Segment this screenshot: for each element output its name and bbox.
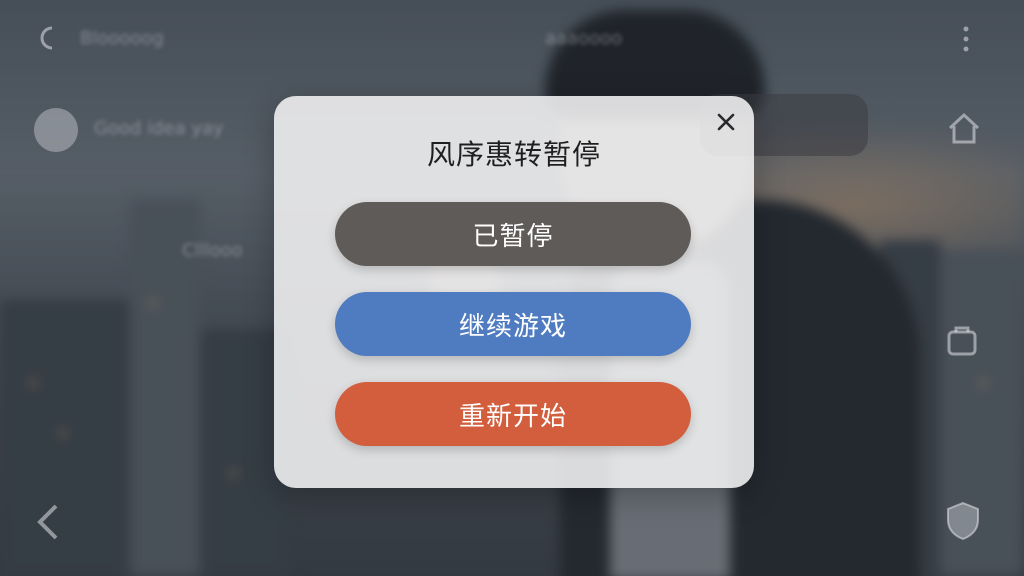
blurred-top-center-label: aaaoooo bbox=[545, 28, 623, 49]
close-icon[interactable] bbox=[712, 108, 740, 136]
dialog-title: 风序惠转暂停 bbox=[426, 138, 601, 171]
bag-icon bbox=[944, 322, 980, 363]
restart-game-button[interactable]: 重新开始 bbox=[335, 382, 691, 446]
paused-status-button[interactable]: 已暂停 bbox=[335, 202, 691, 266]
more-vertical-icon bbox=[960, 24, 972, 59]
back-arrow-icon bbox=[34, 24, 62, 57]
blurred-mid-label: Clllooo bbox=[182, 240, 243, 261]
game-screen: Blooooog aaaoooo Good idea yay Clllooo 风… bbox=[0, 0, 1024, 576]
blurred-user-label: Good idea yay bbox=[94, 118, 224, 139]
chevron-left-icon bbox=[34, 502, 64, 547]
resume-game-button[interactable]: 继续游戏 bbox=[335, 292, 691, 356]
blurred-top-label: Blooooog bbox=[80, 28, 164, 49]
pause-dialog: 风序惠转暂停 已暂停 继续游戏 重新开始 bbox=[274, 96, 754, 488]
shield-icon bbox=[944, 500, 982, 547]
home-icon bbox=[946, 110, 982, 151]
user-avatar-icon bbox=[34, 108, 78, 152]
